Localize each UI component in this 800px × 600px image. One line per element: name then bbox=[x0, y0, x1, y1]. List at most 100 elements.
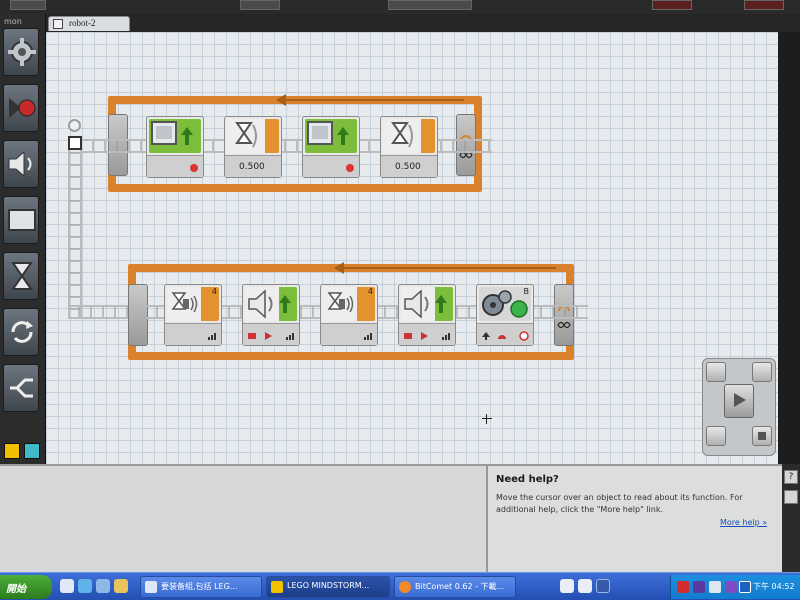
tray-app-icon[interactable] bbox=[709, 581, 721, 593]
more-help-link[interactable]: More help » bbox=[720, 518, 767, 527]
loop-arrow bbox=[334, 262, 556, 274]
wait-time-block[interactable]: 0.500 bbox=[380, 116, 438, 178]
desktop-icon[interactable] bbox=[60, 579, 74, 593]
block-face bbox=[245, 287, 297, 321]
folder-icon[interactable] bbox=[114, 579, 128, 593]
display-block[interactable] bbox=[302, 116, 360, 178]
clock: 下午 04:52 bbox=[753, 582, 795, 591]
start-button[interactable]: 開始 bbox=[0, 575, 52, 599]
toolbar-slot[interactable] bbox=[744, 0, 784, 10]
block-tray: 0.500 bbox=[225, 155, 281, 177]
antivirus-icon[interactable] bbox=[677, 581, 689, 593]
taskbar-item-active[interactable]: LEGO MINDSTORM... bbox=[266, 576, 390, 598]
toolbar-slot[interactable] bbox=[240, 0, 280, 10]
toolbar-slot[interactable] bbox=[652, 0, 692, 10]
sound-file-icon bbox=[404, 333, 412, 339]
face-icon bbox=[346, 164, 354, 172]
volume-icon bbox=[442, 333, 450, 340]
tab-robot-2[interactable]: robot-2 bbox=[48, 16, 130, 31]
nxt-window-button[interactable] bbox=[706, 362, 726, 382]
common-palette-tab[interactable] bbox=[4, 443, 20, 459]
top-toolbar-strip bbox=[0, 0, 800, 14]
play-icon bbox=[734, 393, 746, 407]
palette-loop-button[interactable] bbox=[3, 308, 39, 356]
wait-seconds: 0.500 bbox=[395, 162, 421, 172]
tray-app-icon[interactable] bbox=[693, 581, 705, 593]
block-face bbox=[305, 119, 357, 153]
vertical-scrollbar[interactable] bbox=[778, 32, 800, 464]
tray-app-icon[interactable] bbox=[725, 581, 737, 593]
stop-button[interactable] bbox=[752, 426, 772, 446]
palette-label: mon bbox=[4, 17, 22, 26]
expand-icon[interactable] bbox=[596, 579, 610, 593]
speaker-icon bbox=[8, 150, 32, 178]
map-tab-button[interactable] bbox=[784, 490, 798, 504]
speaker-icon bbox=[401, 287, 447, 321]
crosshair-cursor bbox=[482, 414, 492, 424]
palette-record-button[interactable] bbox=[3, 84, 39, 132]
display-icon bbox=[151, 121, 193, 145]
window-icon bbox=[145, 581, 157, 593]
sound-block[interactable] bbox=[398, 284, 456, 346]
help-title: Need help? bbox=[496, 474, 559, 485]
language-bar-icon[interactable] bbox=[560, 579, 574, 593]
timer-icon bbox=[227, 119, 265, 153]
play-icon bbox=[265, 332, 272, 340]
stop-icon bbox=[758, 432, 766, 440]
wait-seconds: 0.500 bbox=[239, 162, 265, 172]
palette-mode-tabs bbox=[2, 441, 42, 461]
tray-app-icon[interactable] bbox=[739, 581, 751, 593]
loop-icon bbox=[11, 321, 33, 343]
motor-block[interactable]: B bbox=[476, 284, 534, 346]
palette-switch-button[interactable] bbox=[3, 364, 39, 412]
download-run-button[interactable] bbox=[724, 384, 754, 418]
block-face bbox=[227, 119, 279, 153]
gears-icon bbox=[8, 38, 36, 66]
browser-icon[interactable] bbox=[96, 579, 110, 593]
download-run-selected-button[interactable] bbox=[752, 362, 772, 382]
help-panel-tabs: ? bbox=[782, 464, 800, 572]
sensor-port: 4 bbox=[211, 287, 217, 296]
ie-icon[interactable] bbox=[78, 579, 92, 593]
start-point[interactable] bbox=[68, 136, 82, 150]
palette-sound-button[interactable] bbox=[3, 140, 39, 188]
block-face bbox=[149, 119, 201, 153]
wait-sound-block[interactable]: 4 bbox=[320, 284, 378, 346]
block-face bbox=[383, 119, 435, 153]
download-button[interactable] bbox=[706, 426, 726, 446]
bitcomet-icon bbox=[399, 581, 411, 593]
help-tab-button[interactable]: ? bbox=[784, 470, 798, 484]
palette-move-button[interactable] bbox=[3, 28, 39, 76]
loop-arrow bbox=[276, 94, 464, 106]
direction-arrow-icon bbox=[482, 332, 490, 340]
sound-file-icon bbox=[248, 333, 256, 339]
toolbar-slot[interactable] bbox=[10, 0, 46, 10]
help-text: Move the cursor over an object to read a… bbox=[496, 493, 743, 514]
motor-port: B bbox=[523, 287, 530, 296]
wait-time-block[interactable]: 0.500 bbox=[224, 116, 282, 178]
display-icon bbox=[8, 209, 36, 231]
nxt-controller bbox=[702, 358, 776, 456]
switch-icon bbox=[10, 378, 33, 398]
program-canvas[interactable]: 0.500 0.500 4 4 B bbox=[46, 32, 778, 464]
sequence-beam-vertical bbox=[68, 142, 82, 318]
toolbar-dropdown[interactable] bbox=[388, 0, 472, 10]
block-tray bbox=[477, 323, 533, 345]
taskbar-item[interactable]: BitComet 0.62 - 下載... bbox=[394, 576, 516, 598]
block-palette: mon bbox=[0, 14, 46, 464]
display-block[interactable] bbox=[146, 116, 204, 178]
palette-display-button[interactable] bbox=[3, 196, 39, 244]
taskbar-item[interactable]: 要装备組,包括 LEG... bbox=[140, 576, 262, 598]
power-gauge-icon bbox=[498, 335, 506, 339]
help-icon[interactable] bbox=[578, 579, 592, 593]
beam-hole bbox=[68, 119, 81, 132]
lego-icon bbox=[271, 581, 283, 593]
wait-sound-block[interactable]: 4 bbox=[164, 284, 222, 346]
loop-2-start-cap[interactable] bbox=[128, 284, 148, 346]
speaker-icon bbox=[245, 287, 291, 321]
palette-wait-button[interactable] bbox=[3, 252, 39, 300]
timer-icon bbox=[383, 119, 421, 153]
complete-palette-tab[interactable] bbox=[24, 443, 40, 459]
hourglass-icon bbox=[11, 262, 33, 290]
sound-block[interactable] bbox=[242, 284, 300, 346]
